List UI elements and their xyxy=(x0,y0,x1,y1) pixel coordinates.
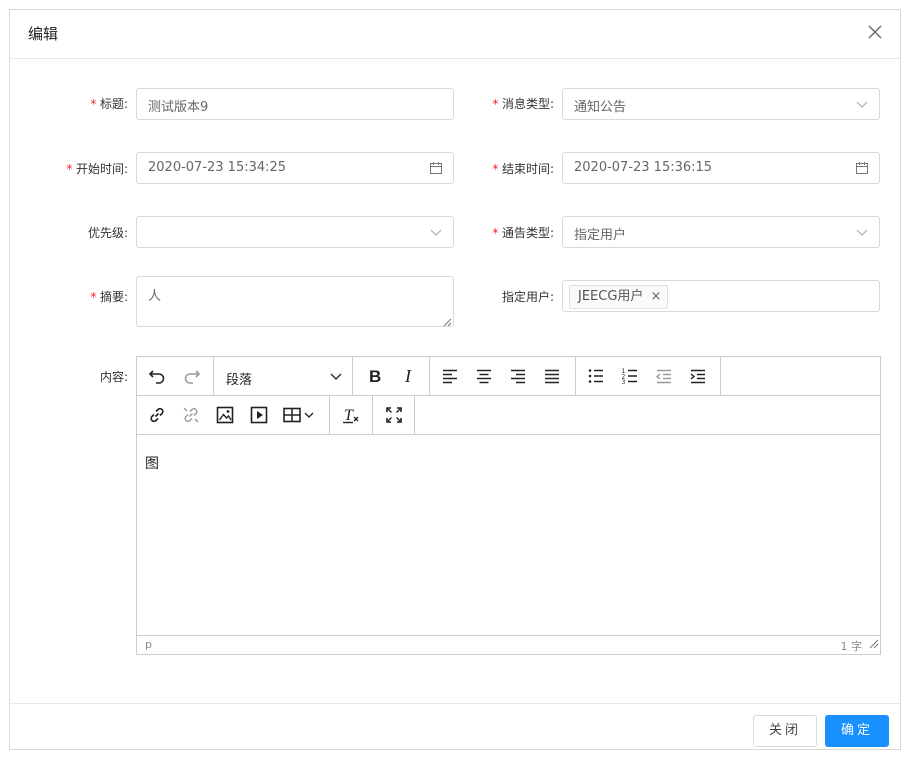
dialog-title: 编辑 xyxy=(28,25,59,43)
align-right-icon[interactable] xyxy=(505,364,531,388)
element-path[interactable]: p xyxy=(145,638,152,651)
editor-text: 图 xyxy=(145,456,159,472)
outdent-icon[interactable] xyxy=(651,364,677,388)
close-icon[interactable] xyxy=(864,21,886,43)
end-time-value: 2020-07-23 15:36:15 xyxy=(574,160,713,175)
insert-group xyxy=(137,396,330,434)
summary-label-text: 摘要: xyxy=(99,290,128,304)
title-value: 测试版本9 xyxy=(148,100,209,115)
notice-type-label: * 通告类型: xyxy=(466,224,554,241)
clear-format-icon[interactable]: T xyxy=(338,403,364,427)
undo-icon[interactable] xyxy=(144,364,170,388)
bullet-list-icon[interactable] xyxy=(583,364,609,388)
edit-dialog: 编辑 * 标题: 测试版本9 * 消息类型: 通知公告 * 开始时间: 2020-07… xyxy=(9,9,901,750)
image-icon[interactable] xyxy=(212,403,238,427)
end-time-label-text: 结束时间: xyxy=(501,162,554,176)
summary-value: 人 xyxy=(148,289,162,304)
title-input[interactable]: 测试版本9 xyxy=(136,88,454,120)
priority-select[interactable] xyxy=(136,216,454,248)
msg-type-label: * 消息类型: xyxy=(470,95,554,112)
align-center-icon[interactable] xyxy=(471,364,497,388)
user-tag: JEECG用户 × xyxy=(569,285,669,309)
notice-type-label-text: 通告类型: xyxy=(501,226,554,240)
title-label-text: 标题: xyxy=(99,97,128,111)
title-label: * 标题: xyxy=(60,95,128,112)
chevron-down-icon xyxy=(330,370,342,386)
resize-grip-icon[interactable] xyxy=(443,316,452,327)
align-left-icon[interactable] xyxy=(437,364,463,388)
list-group: 123 xyxy=(576,357,721,395)
dialog-footer: 关闭 确定 xyxy=(10,703,900,749)
start-time-label: * 开始时间: xyxy=(40,160,128,177)
media-icon[interactable] xyxy=(246,403,272,427)
dialog-header: 编辑 xyxy=(10,10,900,59)
svg-text:T: T xyxy=(344,407,354,424)
calendar-icon xyxy=(855,161,869,175)
notice-type-select[interactable]: 指定用户 xyxy=(562,216,880,248)
indent-icon[interactable] xyxy=(685,364,711,388)
start-time-picker[interactable]: 2020-07-23 15:34:25 xyxy=(136,152,454,184)
priority-label: 优先级: xyxy=(87,226,128,240)
chevron-down-icon xyxy=(855,97,869,111)
fullscreen-icon[interactable] xyxy=(381,403,407,427)
confirm-button[interactable]: 确定 xyxy=(825,715,889,747)
link-icon[interactable] xyxy=(144,403,170,427)
table-icon[interactable] xyxy=(280,403,320,427)
svg-text:3: 3 xyxy=(622,379,626,386)
required-mark: * xyxy=(491,97,499,111)
block-format-value: 段落 xyxy=(226,373,253,388)
users-multiselect[interactable]: JEECG用户 × xyxy=(562,280,880,312)
svg-text:I: I xyxy=(404,366,412,386)
close-button[interactable]: 关闭 xyxy=(753,715,817,747)
view-group xyxy=(373,396,415,434)
format-group: 段落 xyxy=(214,357,353,395)
svg-text:B: B xyxy=(369,367,381,386)
calendar-icon xyxy=(429,161,443,175)
required-mark: * xyxy=(65,162,73,176)
chevron-down-icon xyxy=(855,225,869,239)
required-mark: * xyxy=(89,97,97,111)
clear-group: T xyxy=(330,396,373,434)
msg-type-value: 通知公告 xyxy=(574,100,627,115)
start-time-label-text: 开始时间: xyxy=(75,162,128,176)
required-mark: * xyxy=(89,290,97,304)
editor-toolbar-row-2: T xyxy=(137,396,880,435)
bold-icon[interactable]: B xyxy=(362,364,388,388)
unlink-icon[interactable] xyxy=(178,403,204,427)
redo-icon[interactable] xyxy=(179,364,205,388)
end-time-label: * 结束时间: xyxy=(466,160,554,177)
msg-type-label-text: 消息类型: xyxy=(501,97,554,111)
users-label: 指定用户: xyxy=(501,290,554,304)
word-count: 1 字 xyxy=(840,640,863,653)
editor-content-area[interactable]: 图 xyxy=(137,435,880,635)
editor-status-bar: p 1 字 xyxy=(137,635,880,654)
end-time-picker[interactable]: 2020-07-23 15:36:15 xyxy=(562,152,880,184)
required-mark: * xyxy=(491,226,499,240)
numbered-list-icon[interactable]: 123 xyxy=(617,364,643,388)
align-group xyxy=(430,357,576,395)
style-group: B I xyxy=(353,357,430,395)
summary-label: * 摘要: xyxy=(50,288,128,305)
italic-icon[interactable]: I xyxy=(396,364,422,388)
tag-remove-icon[interactable]: × xyxy=(651,286,662,308)
content-label: 内容: xyxy=(99,370,128,384)
align-justify-icon[interactable] xyxy=(539,364,565,388)
rich-text-editor: 段落 B I 123 T 图 p 1 字 xyxy=(136,356,881,655)
required-mark: * xyxy=(491,162,499,176)
editor-toolbar-row-1: 段落 B I 123 xyxy=(137,357,880,396)
chevron-down-icon xyxy=(429,225,443,239)
summary-textarea[interactable]: 人 xyxy=(136,276,454,327)
block-format-select[interactable]: 段落 xyxy=(214,357,352,395)
notice-type-value: 指定用户 xyxy=(574,228,627,243)
start-time-value: 2020-07-23 15:34:25 xyxy=(148,160,287,175)
user-tag-label: JEECG用户 xyxy=(578,289,644,304)
resize-grip-icon[interactable] xyxy=(869,638,879,653)
history-group xyxy=(137,357,214,395)
msg-type-select[interactable]: 通知公告 xyxy=(562,88,880,120)
